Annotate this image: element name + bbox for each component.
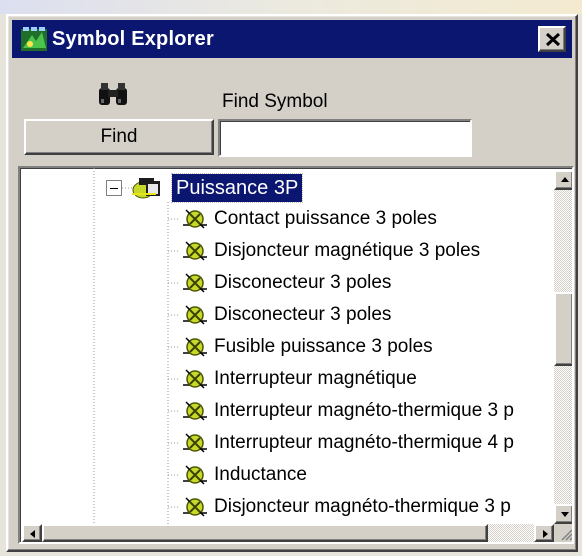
tree-item[interactable]: Interrupteur magnétique	[180, 364, 417, 394]
vertical-scrollbar[interactable]	[554, 170, 572, 524]
tree-item-label: Fusible puissance 3 poles	[214, 336, 433, 357]
symbol-item-icon	[183, 241, 207, 261]
tree-item[interactable]: Interrupteur magnéto-thermique 3 p	[180, 396, 514, 426]
scroll-down-button[interactable]	[554, 504, 572, 524]
symbol-explorer-app-icon	[21, 27, 47, 51]
tree-item[interactable]: Fusible puissance 3 poles	[180, 332, 433, 362]
window-title: Symbol Explorer	[52, 28, 214, 50]
tree-item[interactable]: Disjoncteur magnéto-thermique 3 p	[180, 492, 511, 522]
symbol-item-icon	[183, 369, 207, 389]
arrow-down-icon	[561, 512, 569, 517]
horizontal-scroll-thumb[interactable]	[42, 524, 488, 542]
symbol-item-icon	[183, 209, 207, 229]
scroll-up-button[interactable]	[554, 170, 572, 190]
find-symbol-label: Find Symbol	[222, 91, 328, 112]
tree-item[interactable]: Interrupteur magnéto-thermique 4 p	[180, 428, 514, 458]
close-button[interactable]	[538, 26, 566, 52]
resize-grip[interactable]	[554, 524, 572, 542]
tree-item-label: Interrupteur magnéto-thermique 3 p	[214, 400, 514, 421]
binoculars-icon	[99, 83, 127, 105]
symbol-item-icon	[183, 401, 207, 421]
arrow-right-icon	[543, 530, 548, 538]
find-button[interactable]: Find	[24, 119, 214, 155]
close-icon	[545, 32, 561, 47]
tree-item[interactable]: Inductance	[180, 460, 307, 490]
horizontal-scrollbar[interactable]	[22, 524, 554, 542]
symbol-item-icon	[183, 433, 207, 453]
find-symbol-input[interactable]	[218, 119, 472, 157]
scroll-right-button[interactable]	[534, 524, 554, 542]
tree-item-label: Inductance	[214, 464, 307, 485]
symbol-item-icon	[183, 337, 207, 357]
tree-node-label[interactable]: Puissance 3P	[170, 173, 304, 203]
tree-item-label: Disjoncteur magnétique 3 poles	[214, 240, 481, 261]
arrow-up-icon	[561, 177, 569, 182]
resize-grip-icon	[561, 529, 572, 541]
symbol-item-icon	[183, 497, 207, 517]
tree-item[interactable]: Contact puissance 3 poles	[180, 204, 437, 234]
symbol-item-icon	[183, 305, 207, 325]
desktop-background	[0, 0, 582, 14]
tree-item-label: Disjoncteur magnéto-thermique 3 p	[214, 496, 511, 517]
tree-item-label: Disconecteur 3 poles	[214, 304, 392, 325]
symbol-item-icon	[183, 273, 207, 293]
tree-item-label: Interrupteur magnéto-thermique 4 p	[214, 432, 514, 453]
symbol-explorer-window: Symbol Explorer Find Symbol Find Puissan…	[6, 14, 578, 552]
tree-item[interactable]: Disjoncteur magnétique 3 poles	[180, 236, 480, 266]
title-bar[interactable]: Symbol Explorer	[12, 20, 572, 58]
folder-symbol-icon	[132, 178, 160, 199]
collapse-toggle[interactable]	[106, 180, 122, 196]
symbol-item-icon	[183, 465, 207, 485]
tree-node-puissance-3p[interactable]: Puissance 3P	[106, 173, 304, 203]
tree-item-label: Contact puissance 3 poles	[214, 208, 437, 229]
tree-item-label: Disconecteur 3 poles	[214, 272, 392, 293]
scroll-left-button[interactable]	[22, 524, 42, 542]
tree-item-label: Interrupteur magnétique	[214, 368, 417, 389]
symbol-tree[interactable]: Puissance 3P Contact puissance 3 poles Di…	[18, 166, 574, 544]
vertical-scroll-thumb[interactable]	[554, 292, 572, 366]
tree-item[interactable]: Disconecteur 3 poles	[180, 300, 391, 330]
arrow-left-icon	[30, 530, 35, 538]
tree-item[interactable]: Disconecteur 3 poles	[180, 268, 391, 298]
